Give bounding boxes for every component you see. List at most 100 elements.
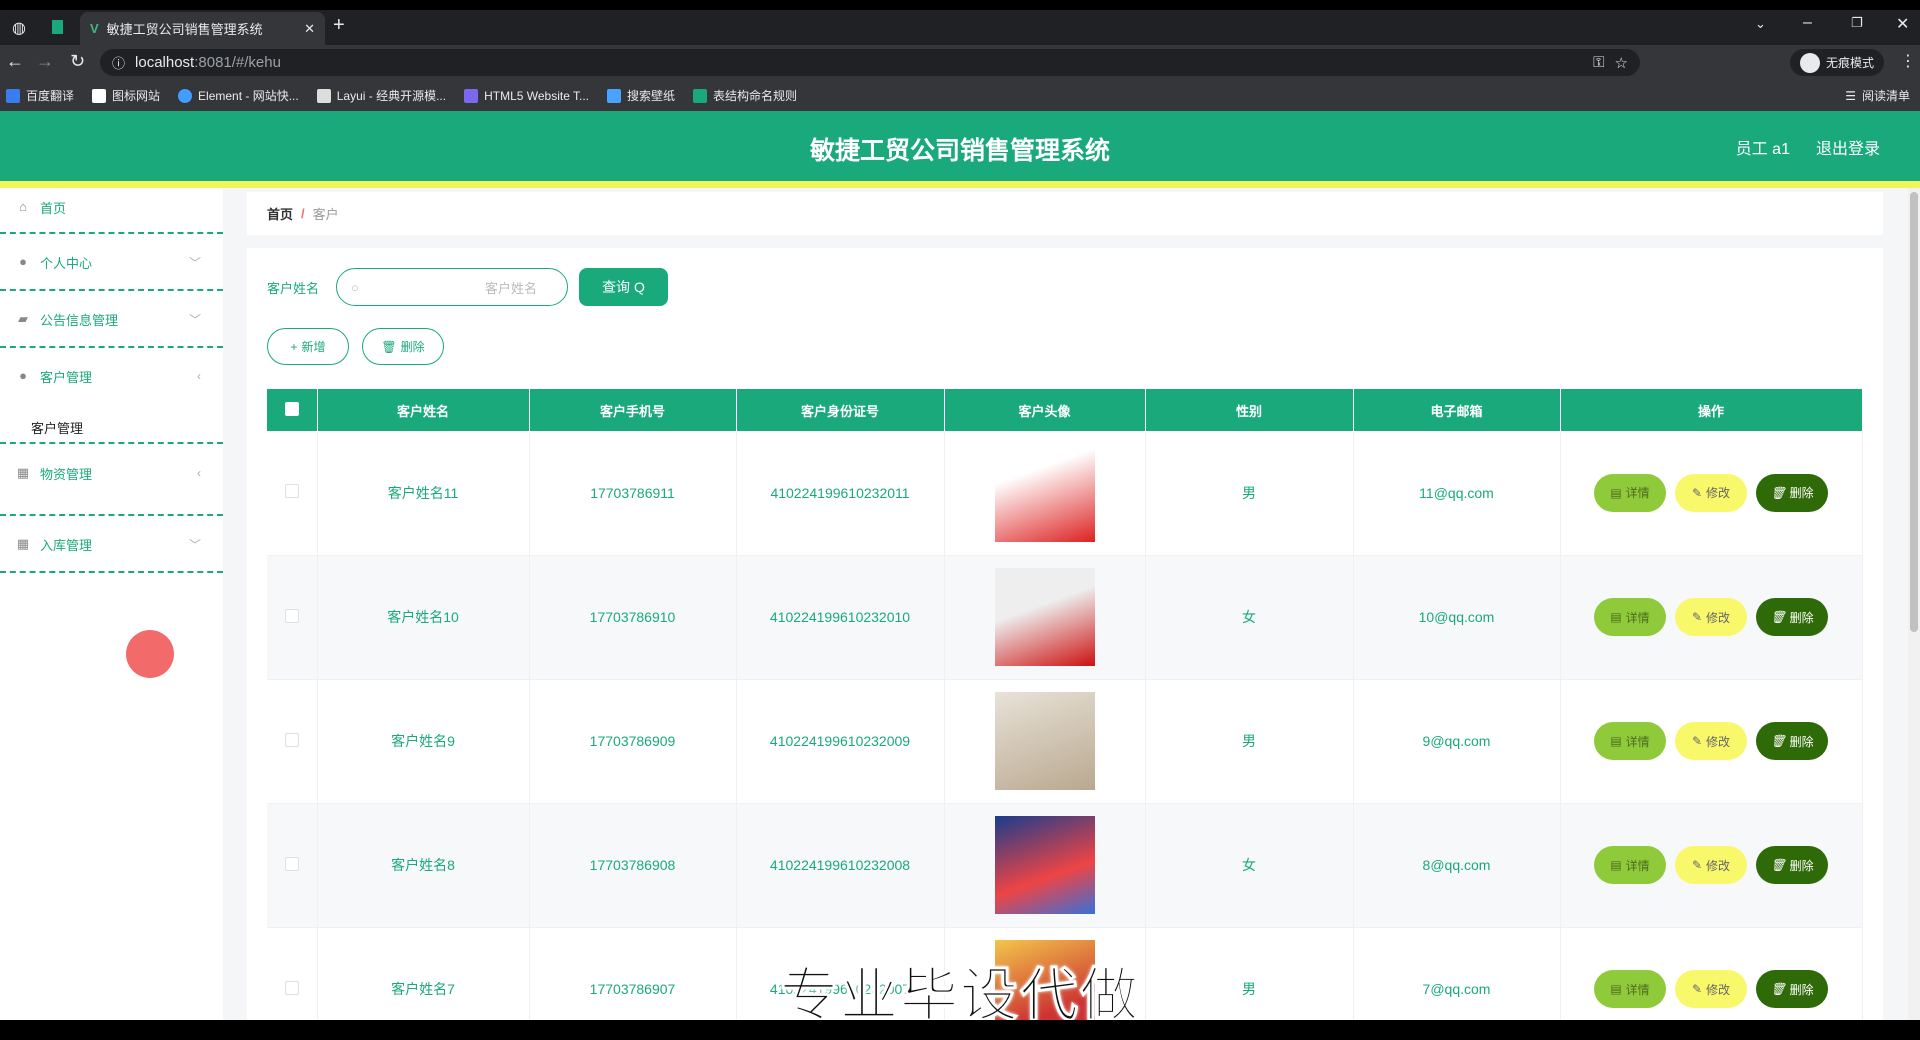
current-user: 员工 a1 [1735, 141, 1790, 158]
bookmark[interactable]: HTML5 Website T... [464, 88, 589, 103]
sidebar: ⌂ 首页 ● 个人中心 ﹀ ▰ 公告信息管理 ﹀ ● 客户管理 ‹ 客户管理 ▦ 物资管理 ‹ ▦… [0, 188, 223, 1020]
query-button[interactable]: 查询 Q [579, 268, 668, 306]
edit-label: 修改 [1706, 734, 1731, 749]
edit-button[interactable]: ✎ 修改 [1675, 846, 1747, 884]
search-placeholder: 客户姓名 [484, 280, 537, 296]
sheet-icon[interactable] [52, 20, 63, 34]
edit-button[interactable]: ✎ 修改 [1675, 598, 1747, 636]
row-checkbox[interactable] [284, 732, 299, 747]
column-header: 性别 [1145, 389, 1354, 431]
bookmark[interactable]: 百度翻译 [6, 87, 74, 104]
search-input[interactable]: ○ 客户姓名 [336, 268, 568, 306]
bookmark-icon [6, 88, 20, 103]
sidebar-item-label: 公告信息管理 [40, 312, 119, 328]
edit-button[interactable]: ✎ 修改 [1675, 722, 1747, 760]
tab-search-icon[interactable]: ⌄ [1755, 16, 1766, 32]
sidebar-item-label: 物资管理 [40, 466, 93, 482]
customer-icon: ● [19, 368, 27, 383]
detail-button[interactable]: ▤ 详情 [1594, 722, 1666, 760]
bookmark[interactable]: Layui - 经典开源模... [316, 87, 446, 104]
bookmark-icon [316, 88, 331, 103]
delete-label: 删除 [1789, 610, 1814, 625]
delete-button[interactable]: 🗑 删除 [1756, 722, 1828, 760]
restore-icon[interactable]: ❐ [1851, 15, 1863, 31]
column-header: 客户头像 [944, 389, 1146, 431]
search-icon: ○ [351, 279, 359, 295]
sidebar-item-inbound[interactable]: ▦ 入库管理 ﹀ [0, 533, 223, 555]
search-label: 客户姓名 [267, 281, 320, 296]
customer-name: 客户姓名10 [317, 555, 530, 680]
sidebar-item-profile[interactable]: ● 个人中心 ﹀ [0, 251, 223, 273]
scrollbar-thumb[interactable] [1910, 192, 1918, 632]
customer-phone: 17703786908 [529, 803, 737, 928]
row-select-cell[interactable] [267, 555, 318, 680]
reload-icon[interactable]: ↻ [70, 51, 85, 72]
delete-button[interactable]: 🗑 删除 [1756, 473, 1828, 512]
detail-button[interactable]: ▤ 详情 [1594, 846, 1666, 884]
detail-button[interactable]: ▤ 详情 [1594, 598, 1666, 636]
row-checkbox[interactable] [284, 608, 299, 623]
customer-name: 客户姓名8 [317, 803, 530, 928]
incognito-badge[interactable]: 无痕模式 [1790, 49, 1885, 76]
delete-label: 删除 [1789, 734, 1814, 749]
chevron-left-icon: ‹ [197, 369, 201, 383]
bookmark[interactable]: Element - 网站快... [178, 87, 299, 104]
new-tab-icon[interactable]: + [333, 14, 345, 37]
logout-link[interactable]: 退出登录 [1816, 135, 1880, 159]
row-select-cell[interactable] [267, 803, 318, 928]
bookmark[interactable]: 表结构命名规则 [693, 87, 797, 104]
globe-icon[interactable]: ◍ [12, 18, 26, 38]
delete-button[interactable]: 🗑 删除 [1756, 846, 1828, 884]
delete-button[interactable]: 🗑 删除 [1756, 598, 1828, 636]
customer-avatar[interactable] [994, 816, 1095, 914]
edit-button[interactable]: ✎ 修改 [1675, 473, 1747, 512]
add-button[interactable]: + 新增 [267, 328, 349, 365]
customer-avatar[interactable] [994, 568, 1095, 666]
bookmark-icon [92, 88, 107, 103]
select-all-header[interactable] [267, 389, 318, 431]
avatar-cell [944, 431, 1146, 556]
info-icon: ⓘ [112, 56, 126, 71]
sidebar-item-notice[interactable]: ▰ 公告信息管理 ﹀ [0, 308, 223, 330]
close-window-icon[interactable]: ✕ [1896, 14, 1909, 34]
key-icon[interactable]: ⚿ [1593, 54, 1604, 71]
bookmark[interactable]: 图标网站 [92, 87, 160, 104]
sidebar-item-materials[interactable]: ▦ 物资管理 ‹ [0, 462, 223, 484]
row-select-cell[interactable] [267, 679, 318, 804]
divider [0, 571, 223, 573]
avatar-cell [944, 803, 1146, 928]
customer-avatar[interactable] [994, 443, 1095, 542]
menu-icon[interactable]: ⋮ [1900, 51, 1916, 71]
customer-avatar[interactable] [994, 692, 1095, 790]
detail-label: 详情 [1625, 486, 1650, 501]
sidebar-item-home[interactable]: ⌂ 首页 [0, 196, 223, 218]
reading-list[interactable]: ☰ 阅读清单 [1845, 87, 1910, 104]
select-all-checkbox[interactable] [284, 401, 299, 416]
table-header: 客户姓名 客户手机号 客户身份证号 客户头像 性别 电子邮箱 操作 [267, 389, 1863, 431]
trash-icon: 🗑 [381, 339, 397, 354]
actions-cell: ▤ 详情 ✎ 修改 🗑 删除 [1560, 555, 1863, 680]
trash-icon: 🗑 [1770, 734, 1786, 748]
star-icon[interactable]: ☆ [1615, 54, 1628, 72]
close-tab-icon[interactable]: ✕ [304, 21, 315, 37]
bookmark[interactable]: 搜索壁纸 [607, 87, 675, 104]
minimize-icon[interactable]: – [1803, 14, 1812, 32]
bookmark-icon [178, 88, 193, 103]
sidebar-item-label: 入库管理 [40, 537, 93, 553]
detail-button[interactable]: ▤ 详情 [1594, 473, 1666, 512]
browser-tab[interactable]: V 敏捷工贸公司销售管理系统 ✕ [80, 12, 325, 45]
url-input[interactable]: ⓘ localhost:8081/#/kehu ⚿ ☆ [100, 49, 1640, 76]
back-icon[interactable]: ← [6, 51, 24, 72]
row-select-cell[interactable] [267, 431, 318, 556]
forward-icon[interactable]: → [36, 51, 54, 72]
search-icon: Q [634, 279, 645, 295]
reading-list-label: 阅读清单 [1861, 89, 1910, 103]
row-checkbox[interactable] [284, 484, 299, 499]
row-checkbox[interactable] [284, 856, 299, 871]
batch-delete-button[interactable]: 🗑 删除 [362, 328, 444, 365]
breadcrumb-home[interactable]: 首页 [267, 204, 293, 223]
sidebar-subitem-customer[interactable]: 客户管理 [0, 416, 223, 438]
sidebar-item-customer[interactable]: ● 客户管理 ‹ [0, 365, 223, 387]
detail-label: 详情 [1625, 858, 1650, 873]
edit-label: 修改 [1706, 486, 1731, 501]
